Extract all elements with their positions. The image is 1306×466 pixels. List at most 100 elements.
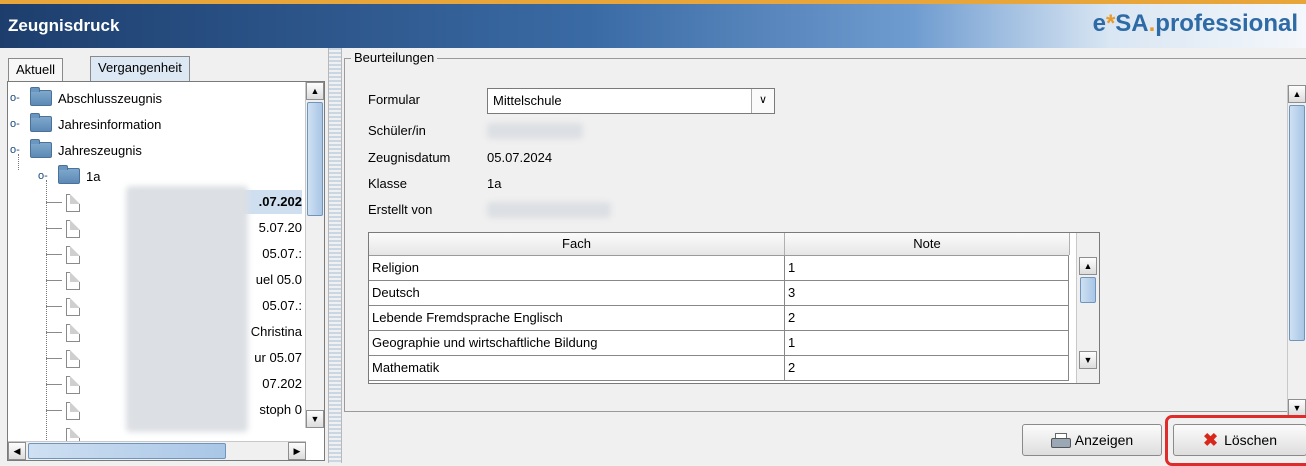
tree-connector xyxy=(46,306,62,307)
document-icon xyxy=(66,246,80,264)
klasse-value: 1a xyxy=(487,176,502,191)
tree-leaf-item[interactable]: Christina xyxy=(251,324,302,339)
tree-handle-icon[interactable]: o- xyxy=(10,93,24,104)
form-vertical-scrollbar[interactable]: ▲ ▼ xyxy=(1287,85,1306,417)
zeugnisdatum-label: Zeugnisdatum xyxy=(368,150,451,165)
document-icon xyxy=(66,376,80,394)
brand-prefix: e xyxy=(1092,10,1106,37)
tree-folder-label: Jahresinformation xyxy=(58,116,162,132)
column-header-fach[interactable]: Fach xyxy=(369,233,785,255)
tree-leaf-item[interactable]: stoph 0 xyxy=(259,402,302,417)
document-icon xyxy=(66,402,80,420)
tree-handle-expanded-icon[interactable]: o- xyxy=(38,171,52,182)
redacted-names xyxy=(126,186,248,432)
tree-connector xyxy=(18,154,19,170)
tree-leaf-item[interactable]: 5.07.20 xyxy=(259,220,302,235)
zeugnisdatum-value: 05.07.2024 xyxy=(487,150,553,165)
beurteilungen-group: Beurteilungen Formular Mittelschule ∨ Sc… xyxy=(344,50,1306,417)
table-header: Fach Note xyxy=(369,233,1070,256)
scroll-thumb[interactable] xyxy=(28,443,226,459)
anzeigen-button[interactable]: Anzeigen xyxy=(1022,424,1162,456)
tree-vertical-scrollbar[interactable]: ▲ ▼ xyxy=(305,82,324,428)
anzeigen-label: Anzeigen xyxy=(1074,432,1134,448)
tree-connector xyxy=(46,384,62,385)
scroll-thumb[interactable] xyxy=(1080,277,1096,303)
tree-connector xyxy=(46,332,62,333)
tree-connector xyxy=(46,202,62,203)
tree-horizontal-scrollbar[interactable]: ◀ ▶ xyxy=(8,441,306,460)
scroll-down-icon[interactable]: ▼ xyxy=(1079,351,1097,369)
table-row[interactable]: Deutsch 3 xyxy=(369,281,1069,306)
cell-note[interactable]: 1 xyxy=(785,331,1069,355)
table-row[interactable]: Lebende Fremdsprache Englisch 2 xyxy=(369,306,1069,331)
tree-connector xyxy=(46,410,62,411)
tree-connector xyxy=(46,180,47,460)
table-row[interactable]: Geographie und wirtschaftliche Bildung 1 xyxy=(369,331,1069,356)
loeschen-label: Löschen xyxy=(1224,432,1278,448)
brand-suffix: professional xyxy=(1155,10,1298,37)
schueler-label: Schüler/in xyxy=(368,123,426,138)
left-panel: Aktuell Vergangenheit o- Abschlusszeugni… xyxy=(0,48,326,463)
scroll-up-icon[interactable]: ▲ xyxy=(1079,257,1097,275)
klasse-label: Klasse xyxy=(368,176,408,191)
tree-leaf-item[interactable]: .07.202 xyxy=(259,194,302,209)
tree-handle-expanded-icon[interactable]: o- xyxy=(10,145,24,156)
tree-leaf-item[interactable]: ur 05.07 xyxy=(254,350,302,365)
cell-note[interactable]: 3 xyxy=(785,281,1069,305)
cell-note[interactable]: 2 xyxy=(785,306,1069,330)
scroll-right-icon[interactable]: ▶ xyxy=(288,442,306,460)
tree-connector xyxy=(46,358,62,359)
tree-leaf-item[interactable]: 07.202 xyxy=(262,376,302,391)
cell-fach: Mathematik xyxy=(369,356,785,380)
scroll-down-icon[interactable]: ▼ xyxy=(306,410,324,428)
cell-note[interactable]: 1 xyxy=(785,256,1069,280)
split-pane-divider[interactable] xyxy=(328,48,342,463)
folder-icon xyxy=(30,113,52,132)
scroll-thumb[interactable] xyxy=(307,102,323,216)
brand-star: * xyxy=(1105,10,1116,37)
document-icon xyxy=(66,220,80,238)
erstellt-von-label: Erstellt von xyxy=(368,202,433,217)
delete-x-icon: ✖ xyxy=(1202,430,1219,450)
tree-connector xyxy=(46,254,62,255)
cell-note[interactable]: 2 xyxy=(785,356,1069,380)
grades-table: Fach Note Religion 1 Deutsch 3 Lebende F… xyxy=(368,232,1100,384)
chevron-down-icon[interactable]: ∨ xyxy=(751,89,774,113)
tree-leaf-item[interactable]: uel 05.0 xyxy=(256,272,302,287)
scroll-thumb[interactable] xyxy=(1289,105,1305,341)
tree-connector xyxy=(46,228,62,229)
right-panel: Beurteilungen Formular Mittelschule ∨ Sc… xyxy=(342,48,1306,466)
document-icon xyxy=(66,324,80,342)
tree-handle-icon[interactable]: o- xyxy=(10,119,24,130)
folder-icon xyxy=(30,87,52,106)
scroll-left-icon[interactable]: ◀ xyxy=(8,442,26,460)
cell-fach: Deutsch xyxy=(369,281,785,305)
formular-select[interactable]: Mittelschule ∨ xyxy=(487,88,775,114)
tree-folder-jahreszeugnis[interactable]: o- Jahreszeugnis xyxy=(10,139,142,160)
loeschen-button[interactable]: ✖ Löschen xyxy=(1173,424,1306,456)
window-title: Zeugnisdruck xyxy=(8,16,120,35)
tree-folder-label: 1a xyxy=(86,168,101,184)
cell-fach: Geographie und wirtschaftliche Bildung xyxy=(369,331,785,355)
printer-icon xyxy=(1050,433,1071,448)
table-row[interactable]: Religion 1 xyxy=(369,256,1069,281)
scroll-up-icon[interactable]: ▲ xyxy=(1288,85,1306,103)
scroll-up-icon[interactable]: ▲ xyxy=(306,82,324,100)
group-title: Beurteilungen xyxy=(351,50,438,65)
tree-folder-label: Jahreszeugnis xyxy=(58,142,142,158)
table-row[interactable]: Mathematik 2 xyxy=(369,356,1069,381)
tree-leaf-item[interactable]: 05.07.: xyxy=(262,298,302,313)
tree-folder-abschlusszeugnis[interactable]: o- Abschlusszeugnis xyxy=(10,87,162,108)
formular-label: Formular xyxy=(368,92,421,107)
tree-leaf-item[interactable]: 05.07.: xyxy=(262,246,302,261)
tab-aktuell[interactable]: Aktuell xyxy=(8,58,64,81)
document-icon xyxy=(66,298,80,316)
document-icon xyxy=(66,194,80,212)
tab-vergangenheit[interactable]: Vergangenheit xyxy=(90,56,190,81)
column-header-note[interactable]: Note xyxy=(785,233,1070,255)
redacted-student-name xyxy=(487,123,583,139)
tree-folder-jahresinformation[interactable]: o- Jahresinformation xyxy=(10,113,162,134)
cell-fach: Religion xyxy=(369,256,785,280)
table-vertical-scrollbar[interactable]: ▲ ▼ xyxy=(1076,233,1099,383)
tree-folder-1a[interactable]: o- 1a xyxy=(38,165,101,186)
